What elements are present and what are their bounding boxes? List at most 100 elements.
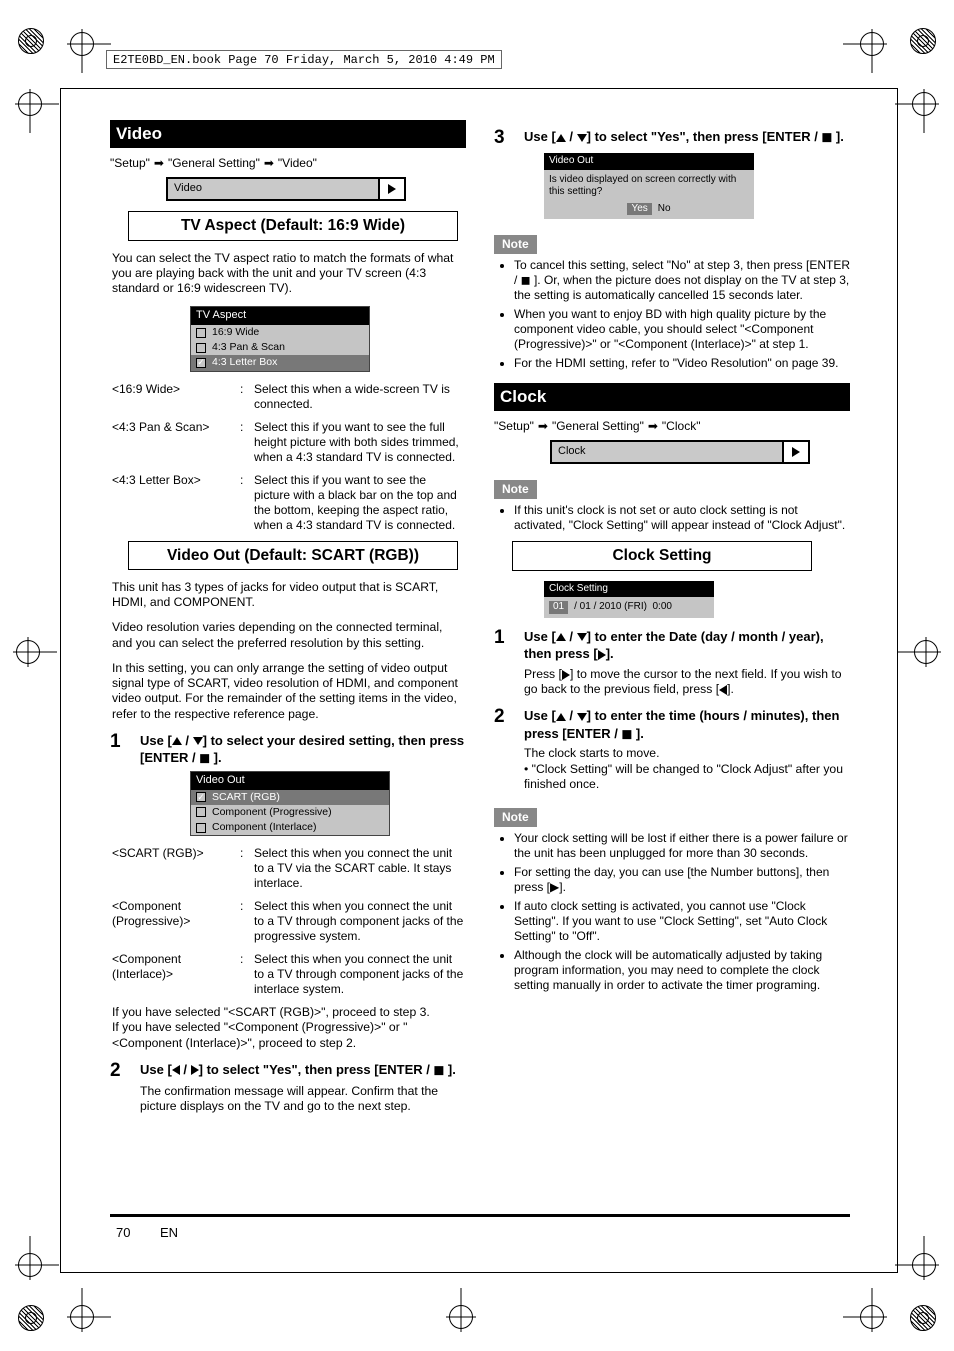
heading-video-out: Video Out (Default: SCART (RGB)) <box>128 541 458 570</box>
note-label: Note <box>494 808 537 827</box>
setting-desc-row: <4:3 Letter Box>:Select this if you want… <box>112 473 464 533</box>
tv-aspect-option-title: TV Aspect <box>191 307 369 325</box>
video-out-note: If you have selected "<SCART (RGB)>", pr… <box>112 1005 464 1051</box>
arrow-right-icon: ➡ <box>538 419 548 434</box>
mini-no: No <box>658 203 671 216</box>
note-list: Your clock setting will be lost if eithe… <box>498 831 850 993</box>
step-number: 1 <box>110 732 130 767</box>
step-number: 1 <box>494 628 514 663</box>
note-label: Note <box>494 480 537 499</box>
step-text: Use [ / ] to enter the time (hours / min… <box>524 707 850 742</box>
heading-clock-setting: Clock Setting <box>512 541 812 570</box>
option-label: Component (Interlace) <box>212 821 316 834</box>
video-out-body-3: In this setting, you can only arrange th… <box>112 661 464 722</box>
print-registration-inner-left <box>18 92 42 116</box>
option-label: 4:3 Pan & Scan <box>212 341 285 354</box>
clock-step-1: 1 Use [ / ] to enter the Date (day / mon… <box>494 628 850 663</box>
note-item: If auto clock setting is activated, you … <box>514 899 850 944</box>
arrow-right-icon: ➡ <box>264 156 274 171</box>
step-text: Use [ / ] to select your desired setting… <box>140 732 466 767</box>
right-icon <box>562 670 570 680</box>
setting-desc-row: <Component (Interlace)>:Select this when… <box>112 952 464 997</box>
section-title-clock: Clock <box>494 383 850 411</box>
play-right-icon <box>380 179 404 199</box>
step-text: Use [ / ] to select "Yes", then press [E… <box>524 128 850 147</box>
step-text: Use [ / ] to select "Yes", then press [E… <box>140 1061 466 1080</box>
breadcrumb-part-3: "Video" <box>278 156 317 171</box>
note-label: Note <box>494 235 537 254</box>
page-content: Video "Setup" ➡ "General Setting" ➡ "Vid… <box>110 120 850 1245</box>
breadcrumb-video: "Setup" ➡ "General Setting" ➡ "Video" <box>110 156 466 171</box>
left-icon <box>719 685 727 695</box>
step2-after-text: The confirmation message will appear. Co… <box>140 1084 464 1115</box>
breadcrumb-part-2: "General Setting" <box>168 156 260 171</box>
note-list: If this unit's clock is not set or auto … <box>498 503 850 533</box>
breadcrumb-box-label: Video <box>168 179 380 199</box>
checkbox-icon <box>196 823 206 833</box>
step-number: 3 <box>494 128 514 147</box>
file-header: E2TE0BD_EN.book Page 70 Friday, March 5,… <box>106 50 502 69</box>
up-icon <box>172 737 182 745</box>
clock-setting-screenshot: Clock Setting 01/ 01 / 2010 (FRI) 0:00 <box>544 581 714 618</box>
print-registration-inner-left-bottom <box>18 1253 42 1277</box>
print-registration-cross-mid-left <box>16 640 40 664</box>
page-number: 70 <box>116 1225 130 1241</box>
note-item: If this unit's clock is not set or auto … <box>514 503 850 533</box>
video-out-confirm-screenshot: Video Out Is video displayed on screen c… <box>544 153 754 219</box>
mini-body-text: Is video displayed on screen correctly w… <box>549 174 749 199</box>
breadcrumb-box-clock: Clock <box>550 440 810 464</box>
clock-step-2: 2 Use [ / ] to enter the time (hours / m… <box>494 707 850 742</box>
print-registration-outer-bottom-left <box>18 1305 44 1331</box>
breadcrumb-box-label: Clock <box>552 442 784 462</box>
clock-step2-after: The clock starts to move. • "Clock Setti… <box>524 746 848 792</box>
print-registration-cross-bottom-right <box>860 1305 884 1329</box>
setting-desc-row: <4:3 Pan & Scan>:Select this if you want… <box>112 420 464 465</box>
step-2: 2 Use [ / ] to select "Yes", then press … <box>110 1061 466 1080</box>
setting-desc-row: <Component (Progressive)>:Select this wh… <box>112 899 464 944</box>
down-icon <box>577 134 587 142</box>
option-row: Component (Progressive) <box>191 805 389 820</box>
print-registration-outer-top-right <box>910 28 936 54</box>
tv-aspect-option-box: TV Aspect 16:9 Wide 4:3 Pan & Scan 4:3 L… <box>190 306 370 371</box>
option-label: SCART (RGB) <box>212 791 280 804</box>
checkbox-icon <box>196 328 206 338</box>
print-registration-inner-right <box>912 92 936 116</box>
print-registration-cross-top-right <box>860 32 884 56</box>
page-label: EN <box>160 1225 178 1241</box>
note-item: Your clock setting will be lost if eithe… <box>514 831 850 861</box>
option-row: Component (Interlace) <box>191 820 389 835</box>
option-row: 4:3 Pan & Scan <box>191 340 369 355</box>
page-footer-rule <box>110 1214 850 1217</box>
print-registration-cross-mid-right <box>914 640 938 664</box>
up-icon <box>556 134 566 142</box>
right-column: 3 Use [ / ] to select "Yes", then press … <box>494 120 850 1124</box>
right-icon <box>598 650 606 660</box>
checkbox-icon <box>196 343 206 353</box>
video-out-body-1: This unit has 3 types of jacks for video… <box>112 580 464 611</box>
setting-desc-row: <16:9 Wide>:Select this when a wide-scre… <box>112 382 464 412</box>
tv-aspect-body: You can select the TV aspect ratio to ma… <box>112 251 464 297</box>
mini-yes: Yes <box>627 203 651 216</box>
clock-line-rest: / 01 / 2010 (FRI) 0:00 <box>574 601 672 614</box>
step-1: 1 Use [ / ] to select your desired setti… <box>110 732 466 767</box>
note-item: For the HDMI setting, refer to "Video Re… <box>514 356 850 371</box>
print-registration-cross-top-left <box>70 32 94 56</box>
mini-title: Clock Setting <box>544 581 714 598</box>
checkbox-checked-icon <box>196 792 206 802</box>
left-icon <box>172 1065 180 1075</box>
video-out-body-2: Video resolution varies depending on the… <box>112 620 464 651</box>
down-icon <box>577 713 587 721</box>
step-3: 3 Use [ / ] to select "Yes", then press … <box>494 128 850 147</box>
breadcrumb-clock: "Setup" ➡ "General Setting" ➡ "Clock" <box>494 419 850 434</box>
step-number: 2 <box>494 707 514 742</box>
note-item: When you want to enjoy BD with high qual… <box>514 307 850 352</box>
breadcrumb-part-2: "General Setting" <box>552 419 644 434</box>
option-label: 16:9 Wide <box>212 326 259 339</box>
up-icon <box>556 633 566 641</box>
print-registration-outer-bottom-right <box>910 1305 936 1331</box>
note-item: Although the clock will be automatically… <box>514 948 850 993</box>
step-number: 2 <box>110 1061 130 1080</box>
print-registration-cross-bottom-left <box>70 1305 94 1329</box>
video-out-option-title: Video Out <box>191 772 389 790</box>
breadcrumb-part-3: "Clock" <box>662 419 701 434</box>
